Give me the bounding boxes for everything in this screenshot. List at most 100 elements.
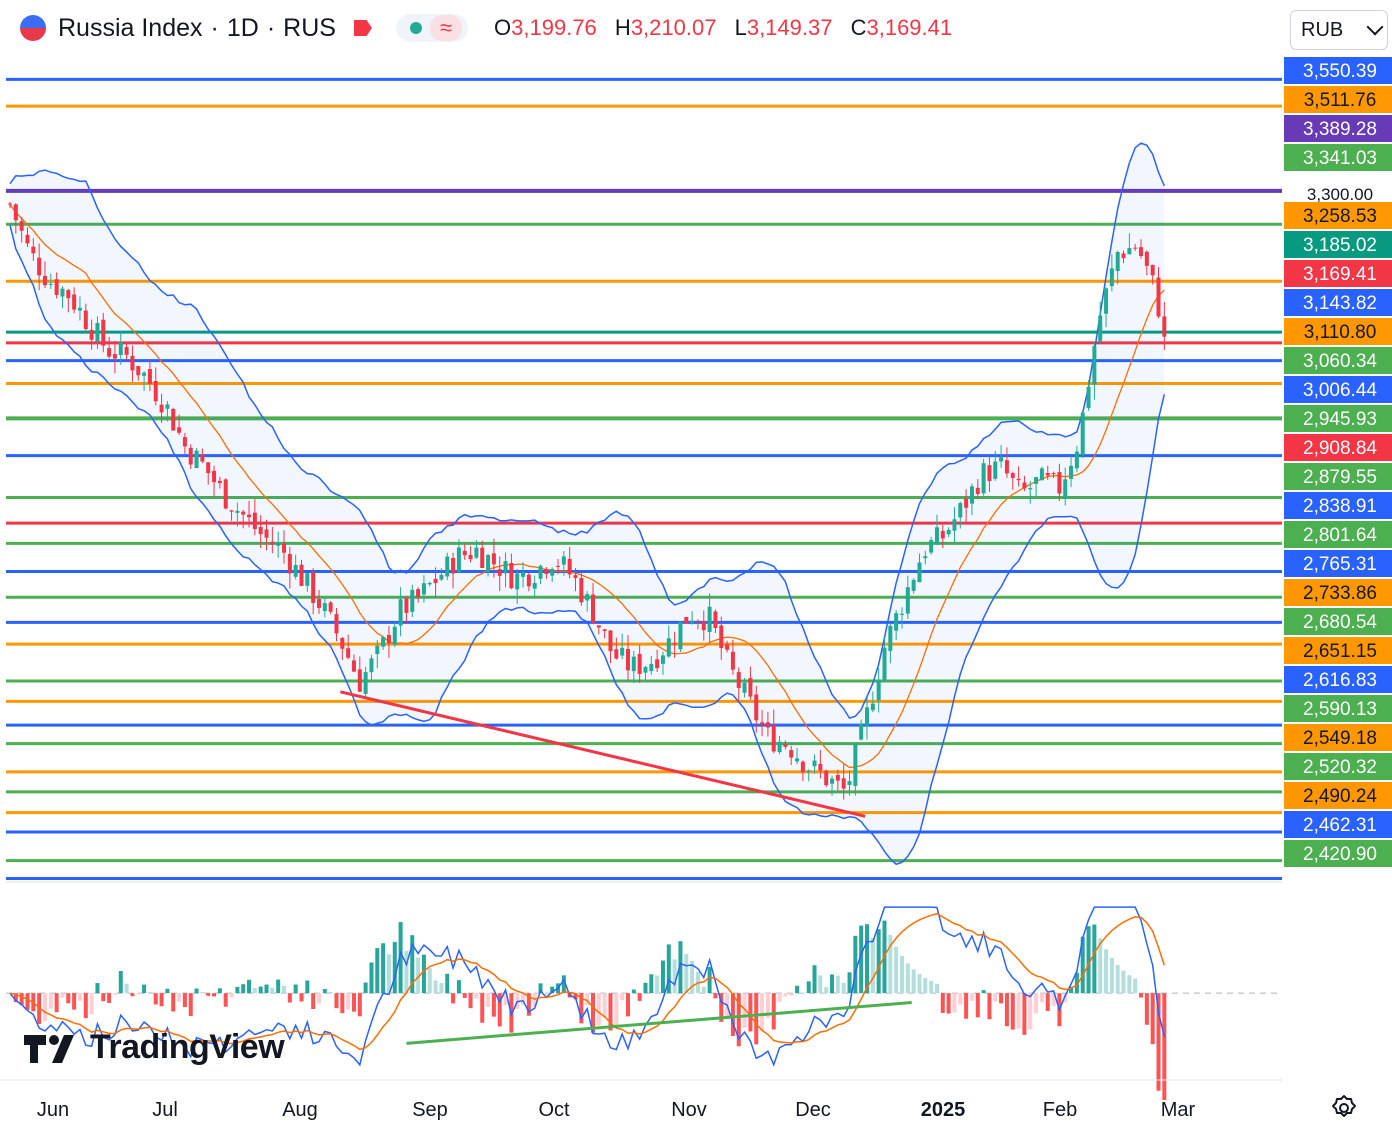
histogram-bar xyxy=(462,993,467,998)
candle-body xyxy=(1028,488,1033,490)
status-pill[interactable]: ≈ xyxy=(395,14,469,42)
candle-body xyxy=(1098,315,1103,342)
price-label-text: 3,060.34 xyxy=(1303,351,1377,372)
candle-body xyxy=(334,614,339,634)
histogram-bar xyxy=(264,984,269,994)
histogram-bar xyxy=(934,983,939,994)
candle-body xyxy=(969,486,974,504)
candle-body xyxy=(993,461,998,479)
histogram-bar xyxy=(870,938,875,994)
candle-body xyxy=(567,558,572,575)
candle-body xyxy=(83,310,88,330)
candle-body xyxy=(398,599,403,626)
price-label-text: 2,908.84 xyxy=(1303,438,1377,459)
candle-body xyxy=(1092,345,1097,385)
price-label-text: 2,879.55 xyxy=(1303,467,1377,488)
histogram-bar xyxy=(293,984,298,994)
histogram-bar xyxy=(894,946,899,994)
interval[interactable]: 1D xyxy=(227,14,259,43)
histogram-bar xyxy=(835,975,840,994)
candle-body xyxy=(386,634,391,644)
candle-body xyxy=(625,648,630,671)
candle-body xyxy=(1127,248,1132,255)
currency-label: RUB xyxy=(1301,18,1344,41)
histogram-bar xyxy=(596,993,601,1026)
histogram-bar xyxy=(124,983,129,994)
exchange: RUS xyxy=(283,13,336,42)
histogram-bar xyxy=(316,993,321,1004)
candle-body xyxy=(789,750,794,758)
time-tick-label: 2025 xyxy=(921,1099,966,1121)
candle-body xyxy=(765,722,770,728)
candle-body xyxy=(194,450,199,469)
brand-name: TradingView xyxy=(90,1028,285,1066)
candle-body xyxy=(742,682,747,693)
tag-icon[interactable] xyxy=(353,20,372,36)
price-label-text: 2,549.18 xyxy=(1303,728,1377,749)
candle-body xyxy=(1144,251,1149,266)
candle-body xyxy=(392,626,397,645)
histogram-bar xyxy=(730,993,735,1036)
histogram-bar xyxy=(159,993,164,1007)
histogram-bar xyxy=(975,993,980,1018)
histogram-bar xyxy=(760,993,765,1031)
candle-body xyxy=(684,616,689,624)
candle-body xyxy=(311,571,316,604)
chart-canvas[interactable]: 100.000.00−100.00 3,550.39 3,511.76 3,389.… xyxy=(0,0,1392,1131)
candle-body xyxy=(614,649,619,659)
histogram-bar xyxy=(451,993,456,1004)
histogram-bar xyxy=(95,983,100,994)
histogram-bar xyxy=(1121,970,1126,994)
candle-body xyxy=(748,678,753,697)
candle-body xyxy=(917,562,922,583)
price-axis: 3,550.39 3,511.76 3,389.28 3,341.03 3,300.00… xyxy=(6,0,1392,1131)
histogram-bar xyxy=(171,993,176,1012)
high-value: 3,210.07 xyxy=(630,15,717,40)
candle-body xyxy=(503,561,508,574)
candle-body xyxy=(480,547,485,568)
histogram-bar xyxy=(899,956,904,994)
candle-body xyxy=(37,257,42,276)
histogram-bar xyxy=(789,993,794,996)
histogram-bar xyxy=(491,993,496,1017)
histogram-bar xyxy=(1039,993,1044,1003)
price-label-text: 2,733.86 xyxy=(1303,583,1377,604)
candle-body xyxy=(247,514,252,518)
histogram-bar xyxy=(346,993,351,1010)
candle-body xyxy=(107,348,112,357)
histogram-bar xyxy=(60,993,65,998)
gear-icon[interactable] xyxy=(1330,1094,1358,1122)
low-label: L xyxy=(734,15,747,40)
price-tick-label: 3,300.00 xyxy=(1307,185,1373,204)
histogram-bar xyxy=(276,979,281,994)
symbol-name[interactable]: Russia Index xyxy=(58,14,203,43)
candle-body xyxy=(346,648,351,658)
histogram-bar xyxy=(1109,958,1114,994)
histogram-bar xyxy=(72,993,77,1010)
candle-body xyxy=(369,658,374,673)
wave-icon: ≈ xyxy=(429,15,463,41)
candle-body xyxy=(1057,472,1062,494)
histogram-bar xyxy=(427,968,432,994)
histogram-bar xyxy=(923,977,928,994)
histogram-bar xyxy=(748,993,753,1032)
candle-body xyxy=(124,347,129,355)
histogram-bar xyxy=(1045,993,1050,1011)
histogram-bar xyxy=(136,993,141,995)
candle-body xyxy=(690,620,695,623)
histogram-bar xyxy=(445,973,450,994)
candle-body xyxy=(602,629,607,631)
candle-body xyxy=(212,470,217,483)
candle-body xyxy=(241,511,246,515)
histogram-bar xyxy=(631,989,636,994)
candle-body xyxy=(882,647,887,680)
candle-body xyxy=(229,510,234,512)
histogram-bar xyxy=(188,993,193,1016)
high-label: H xyxy=(614,15,631,40)
candle-body xyxy=(958,503,963,518)
candle-body xyxy=(678,621,683,650)
currency-select[interactable]: RUB xyxy=(1290,10,1388,50)
histogram-bar xyxy=(66,993,71,1004)
candle-body xyxy=(1115,251,1120,272)
candle-body xyxy=(89,329,94,340)
